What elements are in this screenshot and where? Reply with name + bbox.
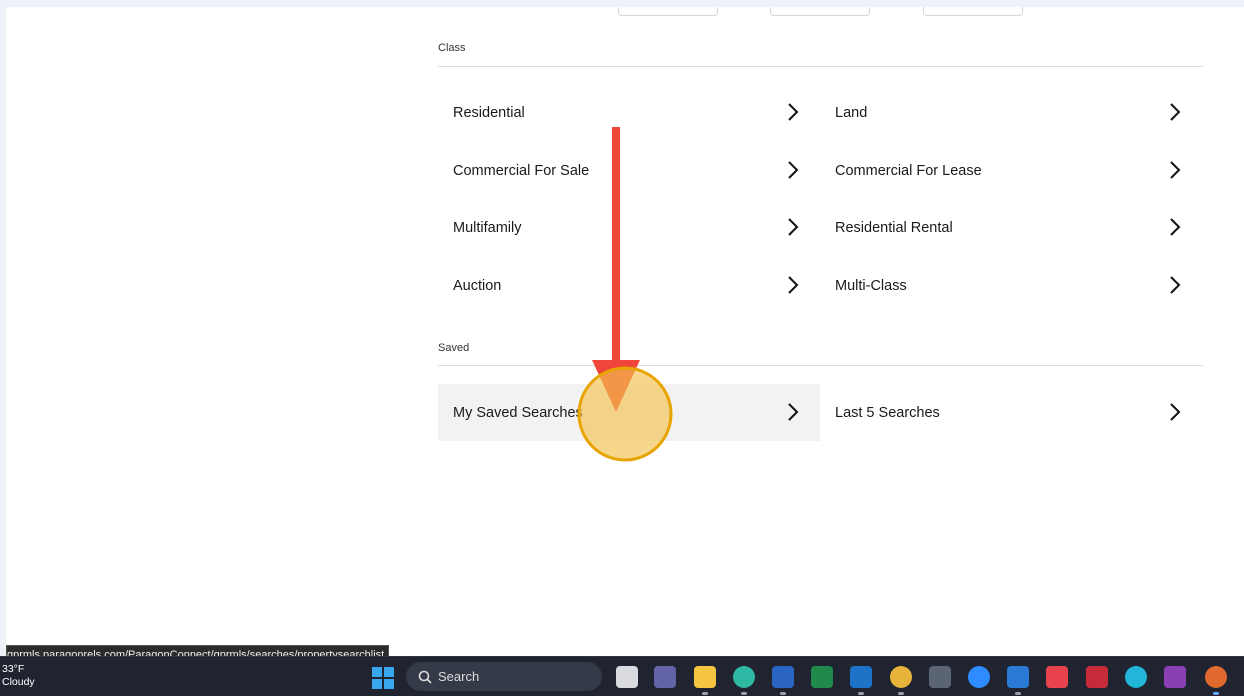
onenote-icon[interactable] (1164, 666, 1186, 688)
todoist-icon[interactable] (1046, 666, 1068, 688)
taskbar: 33°F Cloudy Search (0, 656, 1244, 696)
class-item-label: Land (835, 104, 868, 121)
class-item-label: Multifamily (453, 219, 522, 236)
windows-start-icon[interactable] (372, 667, 394, 689)
class-section-label: Class (438, 42, 466, 54)
chrome-profile-icon[interactable] (1205, 666, 1227, 688)
class-item-label: Residential (453, 104, 525, 121)
class-item-auction[interactable]: Auction (438, 257, 820, 314)
weather-temp: 33°F (2, 663, 25, 675)
class-item-multi-class[interactable]: Multi-Class (820, 257, 1202, 314)
weather-desc: Cloudy (2, 676, 35, 688)
class-item-commercial-for-lease[interactable]: Commercial For Lease (820, 142, 1202, 199)
outlook-icon[interactable] (850, 666, 872, 688)
top-toolbar-button-1[interactable] (618, 7, 718, 16)
chrome-icon[interactable] (890, 666, 912, 688)
taskbar-search[interactable]: Search (406, 662, 602, 691)
class-item-label: Auction (453, 277, 502, 294)
calculator-icon[interactable] (929, 666, 951, 688)
teams-icon[interactable] (654, 666, 676, 688)
chevron-right-icon (788, 403, 799, 421)
class-item-land[interactable]: Land (820, 84, 1202, 141)
class-divider (438, 66, 1203, 67)
saved-item-label: Last 5 Searches (835, 404, 940, 421)
class-item-label: Residential Rental (835, 219, 953, 236)
chevron-right-icon (788, 161, 799, 179)
task-view-icon[interactable] (616, 666, 638, 688)
saved-divider (438, 365, 1203, 366)
search-icon (418, 670, 432, 684)
class-item-residential-rental[interactable]: Residential Rental (820, 199, 1202, 256)
saved-item-last-5-searches[interactable]: Last 5 Searches (820, 384, 1202, 441)
class-item-label: Commercial For Sale (453, 162, 590, 179)
excel-icon[interactable] (811, 666, 833, 688)
class-item-commercial-for-sale[interactable]: Commercial For Sale (438, 142, 820, 199)
chevron-right-icon (1170, 276, 1181, 294)
chevron-right-icon (788, 218, 799, 236)
class-item-multifamily[interactable]: Multifamily (438, 199, 820, 256)
chevron-right-icon (1170, 403, 1181, 421)
search-label: Search (438, 669, 480, 684)
top-toolbar-button-2[interactable] (770, 7, 870, 16)
class-item-label: Commercial For Lease (835, 162, 982, 179)
canva-icon[interactable] (1125, 666, 1147, 688)
zoom-icon[interactable] (968, 666, 990, 688)
class-item-residential[interactable]: Residential (438, 84, 820, 141)
chevron-right-icon (788, 103, 799, 121)
edge-icon[interactable] (733, 666, 755, 688)
status-url-tooltip: gprmls.paragonrels.com/ParagonConnect/gp… (6, 645, 390, 656)
chevron-right-icon (788, 276, 799, 294)
file-explorer-icon[interactable] (694, 666, 716, 688)
remine-icon[interactable] (1007, 666, 1029, 688)
chevron-right-icon (1170, 161, 1181, 179)
weather-widget[interactable]: 33°F Cloudy (2, 663, 35, 689)
word-icon[interactable] (772, 666, 794, 688)
saved-item-label: My Saved Searches (453, 404, 583, 421)
class-item-label: Multi-Class (835, 277, 907, 294)
page: Class Residential Land Commercial For Sa… (6, 7, 1244, 656)
chevron-right-icon (1170, 218, 1181, 236)
saved-section-label: Saved (438, 342, 470, 354)
top-toolbar-button-3[interactable] (923, 7, 1023, 16)
app-red-icon[interactable] (1086, 666, 1108, 688)
chevron-right-icon (1170, 103, 1181, 121)
saved-item-my-saved-searches[interactable]: My Saved Searches (438, 384, 820, 441)
